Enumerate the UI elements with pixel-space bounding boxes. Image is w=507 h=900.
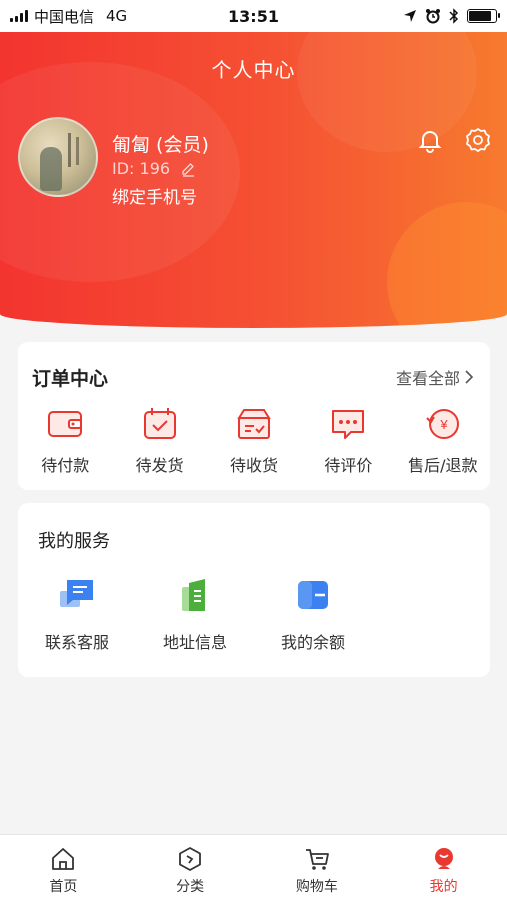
package-icon — [237, 409, 271, 439]
bell-icon[interactable] — [416, 126, 444, 154]
tab-label: 首页 — [49, 879, 78, 895]
bind-phone-link[interactable]: 绑定手机号 — [112, 183, 197, 208]
order-pending-receipt[interactable]: 待收货 — [207, 404, 301, 476]
user-id-row: ID: 196 — [112, 159, 196, 178]
edit-icon[interactable] — [180, 161, 196, 177]
tab-label: 我的 — [429, 879, 458, 895]
comment-icon — [332, 410, 365, 439]
bluetooth-icon — [449, 8, 459, 24]
refund-icon: ¥ — [426, 409, 459, 439]
order-center-card: 订单中心 查看全部 待付款 待发货 待收货 待评价 ¥ 售后/退款 — [18, 342, 490, 490]
order-after-sales[interactable]: ¥ 售后/退款 — [396, 404, 490, 476]
home-icon — [52, 848, 75, 870]
order-pending-payment[interactable]: 待付款 — [18, 404, 112, 476]
location-icon — [404, 10, 416, 22]
carrier: 中国电信 — [34, 7, 95, 26]
clock: 13:51 — [228, 6, 279, 26]
service-address-info[interactable]: 地址信息 — [136, 575, 254, 653]
order-pending-review[interactable]: 待评价 — [301, 404, 395, 476]
user-id: ID: 196 — [112, 159, 171, 178]
cart-icon — [305, 849, 329, 870]
user-name: 匍匐 (会员) — [112, 134, 209, 156]
view-all-orders-link[interactable]: 查看全部 — [396, 365, 474, 389]
service-my-balance[interactable]: 我的余额 — [254, 575, 372, 653]
profile-header: 个人中心 匍匐 (会员) ID: 196 绑定手机号 — [0, 32, 507, 328]
status-bar: 中国电信 4G 13:51 — [0, 0, 507, 32]
order-item-label: 售后/退款 — [408, 456, 478, 475]
tab-profile[interactable]: 我的 — [380, 835, 507, 900]
order-item-label: 待付款 — [41, 456, 90, 475]
order-pending-shipment[interactable]: 待发货 — [112, 404, 206, 476]
profile-icon — [434, 848, 453, 869]
chat-icon — [60, 580, 93, 607]
order-item-label: 待评价 — [324, 456, 373, 475]
wallet-icon — [48, 411, 83, 437]
calendar-check-icon — [143, 408, 176, 439]
category-icon — [179, 847, 202, 871]
battery-icon — [467, 9, 500, 23]
order-item-label: 待收货 — [230, 456, 279, 475]
alarm-icon — [426, 9, 440, 24]
page-title: 个人中心 — [211, 58, 296, 82]
order-center-title: 订单中心 — [32, 368, 109, 390]
order-item-label: 待发货 — [135, 456, 184, 475]
tab-cart[interactable]: 购物车 — [254, 835, 381, 900]
address-icon — [182, 579, 205, 611]
service-label: 联系客服 — [44, 633, 109, 652]
svg-text:¥: ¥ — [439, 417, 448, 432]
balance-icon — [298, 581, 328, 609]
avatar[interactable] — [18, 117, 98, 197]
service-contact-support[interactable]: 联系客服 — [18, 575, 136, 653]
chevron-right-icon — [465, 370, 474, 384]
my-services-card: 我的服务 联系客服 地址信息 我的余额 — [18, 503, 490, 677]
tab-label: 购物车 — [295, 879, 338, 895]
service-label: 我的余额 — [280, 633, 345, 652]
services-title: 我的服务 — [38, 531, 110, 552]
signal-icon — [10, 10, 28, 22]
tab-label: 分类 — [176, 879, 205, 895]
network-type: 4G — [106, 7, 128, 25]
tab-category[interactable]: 分类 — [127, 835, 254, 900]
service-label: 地址信息 — [162, 633, 227, 652]
view-all-label: 查看全部 — [395, 369, 460, 388]
tab-home[interactable]: 首页 — [0, 835, 127, 900]
bottom-tab-bar: 首页 分类 购物车 我的 — [0, 834, 507, 900]
gear-icon[interactable] — [464, 126, 492, 154]
